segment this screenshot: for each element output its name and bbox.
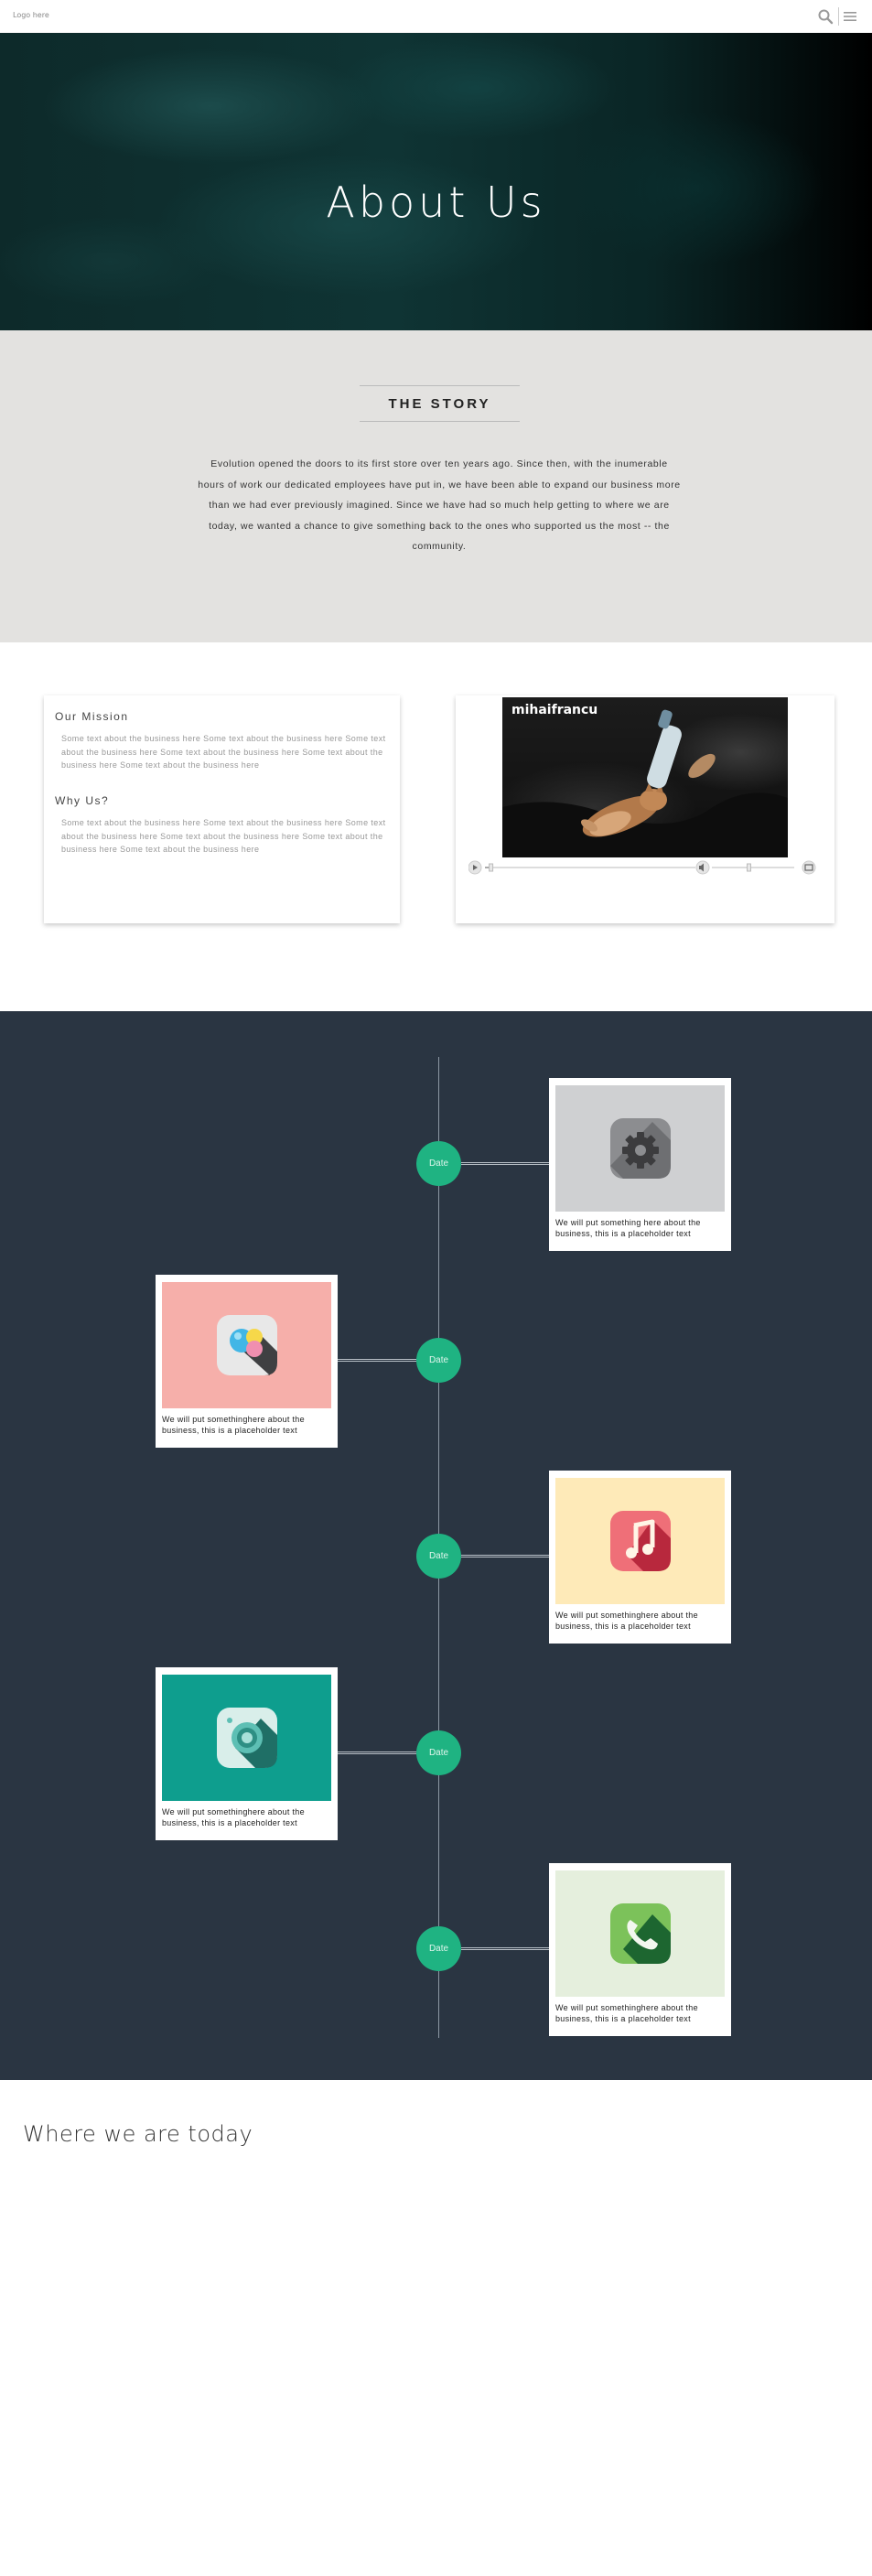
timeline-card-text: We will put somethinghere about the busi… [555, 1611, 698, 1631]
timeline-card-image [162, 1675, 331, 1801]
seek-bar[interactable] [485, 867, 695, 868]
logo[interactable]: Logo here [13, 11, 49, 19]
mission-text: Some text about the business here Some t… [61, 734, 386, 770]
timeline-connector [461, 1555, 549, 1557]
story-section: THE STORY Evolution opened the doors to … [0, 330, 872, 642]
timeline-date-node[interactable]: Date [416, 1338, 461, 1383]
timeline-card: We will put somethinghere about the busi… [156, 1275, 338, 1448]
timeline-connector [338, 1751, 416, 1754]
why-text: Some text about the business here Some t… [61, 818, 386, 854]
header-divider [838, 7, 839, 26]
camera-icon [217, 1708, 277, 1768]
hamburger-menu-icon[interactable] [842, 8, 858, 25]
timeline-date-node[interactable]: Date [416, 1141, 461, 1186]
timeline-card: We will put somethinghere about the busi… [156, 1667, 338, 1840]
volume-handle[interactable] [747, 863, 751, 872]
phone-icon [610, 1903, 671, 1964]
timeline-card-image [555, 1085, 725, 1212]
timeline-card-image [555, 1870, 725, 1997]
section-title-today: Where we are today [23, 2121, 253, 2147]
timeline-card: We will put somethinghere about the busi… [549, 1863, 731, 2036]
timeline-card-text: We will put something here about the bus… [555, 1218, 701, 1238]
video-controls [468, 860, 822, 875]
seek-progress [485, 867, 490, 868]
story-heading: THE STORY [360, 385, 520, 422]
mission-card: Our Mission Some text about the business… [44, 695, 400, 923]
timeline-date-node[interactable]: Date [416, 1534, 461, 1579]
search-icon[interactable] [817, 8, 834, 25]
timeline-card-text: We will put somethinghere about the busi… [162, 1807, 305, 1827]
video-caption: mihaifrancu [511, 703, 598, 717]
timeline-date-node[interactable]: Date [416, 1926, 461, 1971]
top-navigation-bar: Logo here [0, 0, 872, 33]
color-palette-icon [217, 1315, 277, 1375]
timeline-card-image [162, 1282, 331, 1408]
seek-handle[interactable] [489, 863, 494, 872]
video-player[interactable]: mihaifrancu [502, 697, 788, 857]
timeline-card-text: We will put somethinghere about the busi… [555, 2003, 698, 2023]
settings-gear-icon [610, 1118, 671, 1179]
timeline-card: We will put somethinghere about the busi… [549, 1471, 731, 1644]
timeline-card: We will put something here about the bus… [549, 1078, 731, 1251]
video-frame-image [502, 709, 788, 857]
timeline-connector [461, 1947, 549, 1950]
timeline-connector [338, 1359, 416, 1362]
fullscreen-button[interactable] [802, 860, 816, 875]
timeline-section: Date We will put something here about th… [0, 1011, 872, 2080]
volume-bar[interactable] [712, 867, 794, 868]
timeline-connector [461, 1162, 549, 1165]
page-title: About Us [326, 178, 546, 227]
timeline-card-image [555, 1478, 725, 1604]
story-text: Evolution opened the doors to its first … [198, 458, 681, 552]
hero-banner: About Us [0, 33, 872, 330]
mission-title: Our Mission [55, 710, 129, 723]
why-title: Why Us? [55, 794, 110, 807]
timeline-card-text: We will put somethinghere about the busi… [162, 1415, 305, 1435]
music-note-icon [610, 1511, 671, 1571]
video-card: mihaifrancu [456, 695, 834, 923]
timeline-date-node[interactable]: Date [416, 1730, 461, 1775]
